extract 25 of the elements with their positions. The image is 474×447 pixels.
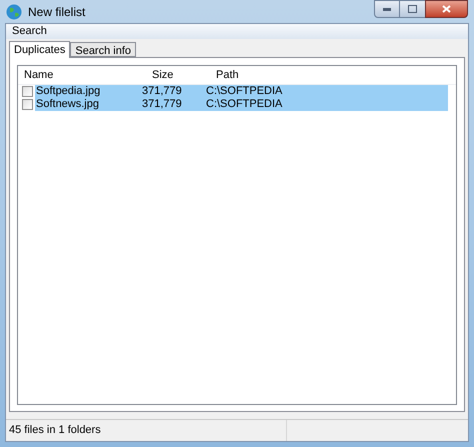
table-cell-text: 371,779 — [142, 84, 183, 99]
column-header[interactable]: Name — [18, 66, 146, 84]
file-row[interactable]: Softpedia.jpg 371,779 C:\SOFTPEDIA — [35, 85, 448, 98]
status-text: 45 files in 1 folders — [8, 423, 102, 438]
checkbox[interactable] — [22, 86, 33, 97]
menu-item[interactable]: Search — [10, 23, 49, 40]
maximize-icon — [408, 5, 417, 13]
close-button[interactable] — [425, 0, 468, 18]
close-icon — [442, 5, 451, 13]
minimize-icon — [383, 8, 391, 10]
table-cell-text: C:\SOFTPEDIA — [206, 84, 282, 99]
table-cell-text: Softpedia.jpg — [35, 84, 102, 99]
maximize-button[interactable] — [400, 0, 425, 18]
tab[interactable]: Duplicates — [9, 41, 70, 58]
checkbox[interactable] — [22, 99, 33, 110]
tab[interactable]: Search info — [70, 42, 136, 57]
minimize-button[interactable] — [374, 0, 400, 18]
table-cell-text: Softnews.jpg — [35, 97, 100, 112]
column-header[interactable]: Path — [210, 66, 330, 84]
column-header[interactable]: Size — [146, 66, 210, 84]
table-cell-text: C:\SOFTPEDIA — [206, 97, 282, 112]
globe-icon — [6, 4, 22, 20]
window-title: New filelist — [28, 4, 86, 20]
table-cell-text: 371,779 — [142, 97, 183, 112]
file-row[interactable]: Softnews.jpg 371,779 C:\SOFTPEDIA — [35, 98, 448, 111]
